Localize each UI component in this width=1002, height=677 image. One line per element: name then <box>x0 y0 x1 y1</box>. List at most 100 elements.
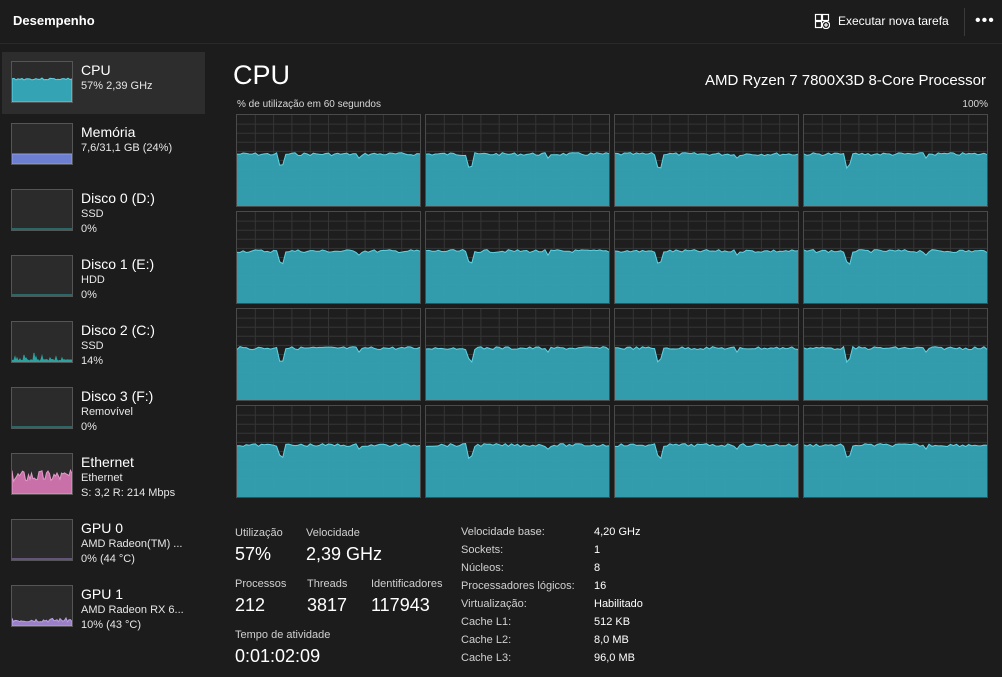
logical-processor-chart <box>615 212 798 303</box>
spec-key: Cache L2: <box>461 634 512 646</box>
memory-thumbnail-chart <box>12 153 72 164</box>
page-title: Desempenho <box>13 13 95 28</box>
spec-value: 8 <box>594 562 601 574</box>
threads-value: 3817 <box>307 595 348 615</box>
processes-stat: Processos 212 <box>235 578 286 616</box>
sidebar-item-gpu-0[interactable]: GPU 0 AMD Radeon(TM) ... 0% (44 °C) <box>2 510 205 572</box>
sidebar-item-cpu[interactable]: CPU 57% 2,39 GHz <box>2 52 205 114</box>
spec-value: 512 KB <box>594 616 631 628</box>
sidebar-item-value: 0% <box>81 289 97 301</box>
sidebar-item-value: 0% <box>81 421 97 433</box>
logical-processor-chart <box>615 115 798 206</box>
sidebar-item-gpu-1[interactable]: GPU 1 AMD Radeon RX 6... 10% (43 °C) <box>2 576 205 638</box>
thumbnail-series <box>12 153 72 164</box>
spec-value: Habilitado <box>594 598 643 610</box>
sidebar-item-label: GPU 1 <box>81 586 124 602</box>
uptime-value: 0:01:02:09 <box>235 646 321 666</box>
utilization-area <box>804 346 987 400</box>
sidebar-item-value: 14% <box>81 355 104 367</box>
utilization-area <box>237 346 420 400</box>
memory-thumbnail-graph <box>11 123 73 165</box>
utilization-area <box>237 249 420 303</box>
logical-processor-graph <box>614 308 799 401</box>
logical-processor-graph <box>614 114 799 207</box>
disk-0-thumbnail-graph <box>11 189 73 231</box>
utilization-area <box>237 152 420 206</box>
sidebar-item-detail: SSD <box>81 208 104 220</box>
sidebar-item-disk-3[interactable]: Disco 3 (F:) Removível 0% <box>2 378 205 440</box>
utilization-area <box>615 249 798 303</box>
speed-value: 2,39 GHz <box>306 544 383 564</box>
disk-3-thumbnail-chart <box>12 426 72 428</box>
utilization-area <box>615 346 798 400</box>
utilization-area <box>237 443 420 497</box>
sidebar-item-detail: 57% 2,39 GHz <box>81 80 153 92</box>
gpu-0-thumbnail-graph <box>11 519 73 561</box>
gpu-1-thumbnail-chart <box>12 616 72 626</box>
utilization-area <box>804 249 987 303</box>
logical-processor-chart <box>615 406 798 497</box>
utilization-area <box>426 152 609 206</box>
logical-processor-graph <box>614 405 799 498</box>
ethernet-thumbnail-graph <box>11 453 73 495</box>
sidebar-item-label: Disco 2 (C:) <box>81 322 155 338</box>
spec-key: Núcleos: <box>461 562 504 574</box>
logical-processor-graph <box>803 114 988 207</box>
sidebar-item-disk-2[interactable]: Disco 2 (C:) SSD 14% <box>2 312 205 374</box>
logical-processor-graph <box>236 308 421 401</box>
spec-value: 8,0 MB <box>594 634 629 646</box>
utilization-label: Utilização <box>235 527 283 539</box>
sidebar-item-detail: AMD Radeon(TM) ... <box>81 538 183 550</box>
sidebar-item-detail: Removível <box>81 406 133 418</box>
thumbnail-series <box>12 468 72 494</box>
thumbnail-series <box>12 77 72 102</box>
sidebar-item-disk-1[interactable]: Disco 1 (E:) HDD 0% <box>2 246 205 308</box>
logical-processor-chart <box>426 212 609 303</box>
utilization-area <box>804 152 987 206</box>
run-new-task-button[interactable]: Executar nova tarefa <box>814 11 949 31</box>
cpu-heading: CPU <box>233 60 291 90</box>
spec-row-cache-l2: Cache L2: 8,0 MB <box>461 634 701 652</box>
sidebar-item-label: GPU 0 <box>81 520 124 536</box>
utilization-area <box>426 346 609 400</box>
new-task-icon <box>814 13 830 29</box>
logical-processor-graph <box>236 114 421 207</box>
disk-1-thumbnail-chart <box>12 294 72 296</box>
logical-processor-graph <box>803 308 988 401</box>
spec-value: 96,0 MB <box>594 652 635 664</box>
logical-processor-graph <box>803 211 988 304</box>
spec-key: Cache L1: <box>461 616 512 628</box>
sidebar-item-label: CPU <box>81 62 111 78</box>
spec-value: 16 <box>594 580 607 592</box>
logical-processor-graph <box>803 405 988 498</box>
sidebar-item-memory[interactable]: Memória 7,6/31,1 GB (24%) <box>2 114 205 176</box>
logical-processor-graph <box>236 405 421 498</box>
handles-label: Identificadores <box>371 578 443 590</box>
handles-value: 117943 <box>371 595 430 615</box>
sidebar-item-detail: Ethernet <box>81 472 123 484</box>
cpu-thumbnail-chart <box>12 77 72 102</box>
logical-processor-graph <box>425 211 610 304</box>
speed-label: Velocidade <box>306 527 360 539</box>
sidebar-item-value: 10% (43 °C) <box>81 619 142 631</box>
logical-processor-chart <box>804 309 987 400</box>
logical-processor-chart <box>804 212 987 303</box>
logical-processor-chart <box>804 406 987 497</box>
logical-processor-graph <box>614 211 799 304</box>
sidebar-item-disk-0[interactable]: Disco 0 (D:) SSD 0% <box>2 180 205 242</box>
logical-processor-chart <box>615 309 798 400</box>
spec-key: Sockets: <box>461 544 504 556</box>
sidebar-item-value: S: 3,2 R: 214 Mbps <box>81 487 176 499</box>
logical-processor-chart <box>237 115 420 206</box>
logical-processor-chart <box>237 406 420 497</box>
spec-row-virtualization: Virtualização: Habilitado <box>461 598 701 616</box>
spec-key: Virtualização: <box>461 598 527 610</box>
sidebar-item-ethernet[interactable]: Ethernet Ethernet S: 3,2 R: 214 Mbps <box>2 444 205 506</box>
spec-row-base-speed: Velocidade base: 4,20 GHz <box>461 526 701 544</box>
cpu-model-name: AMD Ryzen 7 7800X3D 8-Core Processor <box>705 72 986 89</box>
logical-processor-chart <box>426 309 609 400</box>
disk-3-thumbnail-graph <box>11 387 73 429</box>
logical-processor-chart <box>426 115 609 206</box>
more-options-button[interactable]: ••• <box>975 12 999 32</box>
sidebar-item-label: Disco 3 (F:) <box>81 388 154 404</box>
